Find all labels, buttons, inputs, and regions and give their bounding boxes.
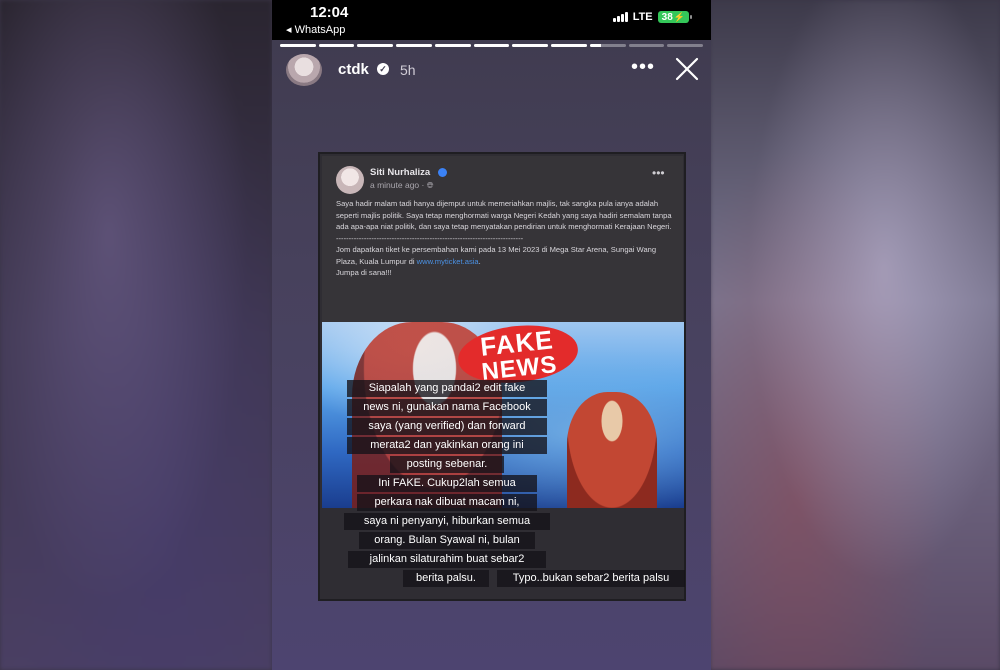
- globe-icon: 🌐︎: [426, 180, 434, 190]
- verified-icon: ✓: [377, 63, 389, 75]
- avatar[interactable]: [286, 54, 322, 86]
- post-sign-off: Jumpa di sana!!!: [336, 268, 392, 277]
- more-options-icon[interactable]: •••: [631, 56, 655, 79]
- story-progress-bar: [280, 44, 704, 47]
- story-age: 5h: [400, 62, 416, 78]
- caption-line: perkara nak dibuat macam ni,: [357, 494, 537, 511]
- caption-line: saya ni penyanyi, hiburkan semua: [344, 513, 550, 530]
- story-header: ctdk ✓ 5h •••: [286, 54, 700, 86]
- post-paragraph-2: Jom dapatkan tiket ke persembahan kami p…: [336, 245, 657, 266]
- post-verified-icon: [438, 168, 447, 177]
- signal-icon: [612, 12, 628, 22]
- story-progress-segment: [318, 44, 355, 47]
- story-progress-segment: [280, 44, 316, 47]
- blurred-background-left: [0, 0, 272, 670]
- back-to-app-link[interactable]: ◂ WhatsApp: [286, 23, 345, 36]
- post-more-icon: •••: [652, 166, 665, 180]
- story-progress-segment: [628, 44, 665, 47]
- network-type: LTE: [632, 11, 653, 23]
- close-icon[interactable]: [674, 56, 700, 82]
- post-author-avatar: [336, 166, 364, 194]
- caption-line: saya (yang verified) dan forward: [347, 418, 547, 435]
- post-author-name: Siti Nurhaliza: [370, 167, 431, 178]
- status-bar: 12:04 ◂ WhatsApp LTE 38⚡: [272, 0, 711, 40]
- blurred-background-right: [710, 0, 1000, 670]
- caption-line: news ni, gunakan nama Facebook: [347, 399, 547, 416]
- post-paragraph-1: Saya hadir malam tadi hanya dijemput unt…: [336, 199, 672, 231]
- caption-line: posting sebenar.: [390, 456, 504, 473]
- story-progress-segment: [396, 44, 432, 47]
- post-time: a minute ago · 🌐︎: [370, 180, 434, 190]
- story-progress-segment: [589, 44, 626, 47]
- story-progress-segment: [512, 44, 549, 47]
- post-link: www.myticket.asia: [416, 256, 479, 266]
- story-progress-segment: [357, 44, 394, 47]
- caption-line: Typo..bukan sebar2 berita palsu: [497, 570, 685, 587]
- fake-news-stamp: FAKE NEWS: [455, 322, 581, 389]
- story-progress-segment: [667, 44, 704, 47]
- story-progress-segment: [434, 44, 471, 47]
- battery-icon: 38⚡: [657, 11, 693, 23]
- facebook-post: Siti Nurhaliza a minute ago · 🌐︎ ••• Say…: [322, 156, 683, 322]
- caption-line: Siapalah yang pandai2 edit fake: [347, 380, 547, 397]
- battery-level: 38: [661, 12, 673, 23]
- caption-line: merata2 dan yakinkan orang ini: [347, 437, 547, 454]
- caption-line: berita palsu.: [403, 570, 489, 587]
- caption-line: jalinkan silaturahim buat sebar2: [348, 551, 546, 568]
- status-time: 12:04: [310, 4, 349, 21]
- status-indicators: LTE 38⚡: [612, 11, 693, 23]
- caption-line: Ini FAKE. Cukup2lah semua: [357, 475, 537, 492]
- story-progress-segment: [473, 44, 510, 47]
- post-divider: ----------------------------------------…: [336, 233, 524, 243]
- story-progress-segment: [551, 44, 587, 47]
- singer-photo-right: [567, 392, 657, 508]
- caption-line: orang. Bulan Syawal ni, bulan: [359, 532, 535, 549]
- post-body: Saya hadir malam tadi hanya dijemput unt…: [336, 198, 674, 279]
- story-username[interactable]: ctdk: [338, 61, 369, 78]
